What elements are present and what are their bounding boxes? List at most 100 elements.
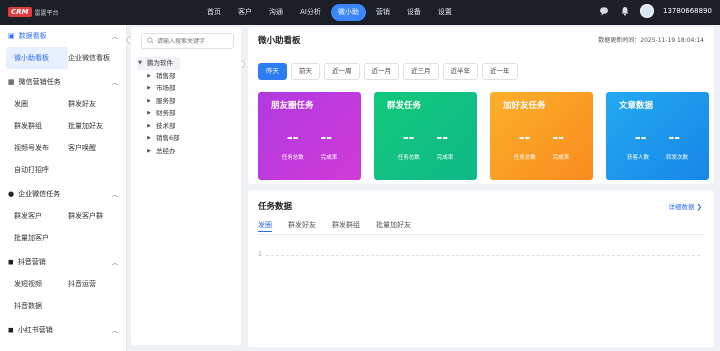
sidebar-item-short-video[interactable]: 发短视频 (14, 273, 68, 295)
bell-icon[interactable] (619, 5, 631, 17)
xiaohongshu-icon: ◼ (8, 326, 14, 334)
tree-node[interactable]: ▶ 财务部 (137, 107, 180, 120)
tree-node[interactable]: ▶ 销售6部 (137, 132, 180, 145)
sidebar-section-title: 企业微信任务 (18, 190, 61, 198)
sidebar-item-mass-groups[interactable]: 群发群组 (14, 115, 68, 137)
sidebar-item-video-publish[interactable]: 视频号发布 (14, 137, 68, 159)
sidebar-section-title: 数据看板 (18, 32, 47, 40)
tree-node[interactable]: ▶ 总经办 (137, 145, 180, 158)
caret-right-icon: ▶ (147, 85, 151, 91)
sidebar-section-title: 小红书营销 (17, 326, 53, 334)
caret-right-icon: ▶ (147, 135, 151, 141)
main-nav: 首页 客户 沟通 AI分析 微小助 营销 设备 设置 (200, 4, 462, 21)
search-icon (147, 36, 154, 46)
sidebar-item-moments[interactable]: 发圈 (14, 93, 68, 115)
tree-search-input[interactable] (157, 37, 233, 45)
article-data-card[interactable]: 文章数据 -- -- 获客人数 转发次数 (606, 92, 709, 180)
tab-three-months[interactable]: 近三月 (403, 63, 439, 80)
task-type-tabs: 发圈 群发好友 群发群组 批量加好友 (258, 218, 411, 232)
nav-devices[interactable]: 设备 (400, 4, 428, 21)
top-navigation-bar: CRM 雷霆平台 首页 客户 沟通 AI分析 微小助 营销 设备 设置 1378… (0, 0, 720, 25)
section-title: 任务数据 (258, 202, 293, 212)
task-data-panel: 任务数据 详细数据 ❯ 发圈 群发好友 群发群组 批量加好友 1 (248, 190, 714, 347)
logo-badge: CRM (8, 7, 32, 17)
org-tree: ▼ 鹏为软件 ▶ 销售部 ▶ 市场部 ▶ 服务部 ▶ 财务部 ▶ 技术部 ▶ 销售6部 ▶ 总经… (137, 57, 180, 157)
nav-marketing[interactable]: 营销 (369, 4, 397, 21)
org-tree-panel: ▼鹏为软件 ▶销售部 ▶市场部 ▶服务部 ▶财务部 ▶技术部 ▶销售6部 ▶总经… (131, 27, 241, 345)
dashboard-panel: 微小助看板 数据更新时间：2025-11-19 18:04:14 昨天 前天 近… (248, 27, 714, 184)
tree-node[interactable]: ▶ 市场部 (137, 82, 180, 95)
tree-search-box[interactable] (141, 33, 234, 49)
tab-year[interactable]: 近一年 (482, 63, 518, 80)
sidebar-item-customer-wake[interactable]: 客户唤醒 (68, 137, 126, 159)
tab-half-year[interactable]: 近半年 (442, 63, 478, 80)
sidebar-section-title: 抖音营销 (17, 258, 46, 266)
sidebar-item-assistant-board[interactable]: 微小助看板 (6, 47, 68, 69)
logo-subtitle: 雷霆平台 (34, 9, 59, 17)
sidebar-section-wechat-tasks[interactable]: ▦ 微信营销任务 ︿ (0, 71, 126, 93)
sidebar-item-mass-customer-groups[interactable]: 群发客户群 (68, 205, 126, 227)
caret-right-icon: ▶ (147, 110, 151, 116)
top-right-tools: 13780668890 (598, 4, 712, 18)
tree-node[interactable]: ▶ 销售部 (137, 70, 180, 83)
chat-icon[interactable] (598, 5, 610, 17)
sidebar-item-mass-friends[interactable]: 群发好友 (68, 93, 126, 115)
nav-assistant[interactable]: 微小助 (330, 4, 366, 21)
tree-node[interactable]: ▶ 技术部 (137, 120, 180, 133)
tree-node-root[interactable]: ▼ 鹏为软件 (137, 57, 180, 70)
sidebar-item-batch-add-customers[interactable]: 批量加客户 (14, 227, 68, 249)
add-friend-task-card[interactable]: 加好友任务 -- -- 任务总数 完成率 (490, 92, 593, 180)
nav-communication[interactable]: 沟通 (262, 4, 290, 21)
update-time: 数据更新时间：2025-11-19 18:04:14 (598, 37, 704, 44)
nav-customer[interactable]: 客户 (231, 4, 259, 21)
mass-task-card[interactable]: 群发任务 -- -- 任务总数 完成率 (374, 92, 477, 180)
sidebar-item-douyin-data[interactable]: 抖音数据 (14, 295, 68, 317)
tab-month[interactable]: 近一月 (363, 63, 399, 80)
sidebar-item-batch-add-friends[interactable]: 批量加好友 (68, 115, 126, 137)
moments-task-card[interactable]: 朋友圈任务 -- -- 任务总数 完成率 (258, 92, 361, 180)
page-title: 微小助看板 (258, 36, 301, 46)
sidebar-section-douyin[interactable]: ◼ 抖音营销 ︿ (0, 251, 126, 273)
sidebar-section-xiaohongshu[interactable]: ◼ 小红书营销 ︿ (0, 319, 126, 341)
stat-cards: 朋友圈任务 -- -- 任务总数 完成率 群发任务 -- -- 任务总数 完成率 加好友… (258, 92, 709, 180)
chevron-up-icon: ︿ (111, 327, 118, 335)
caret-right-icon: ▶ (147, 72, 151, 79)
nav-settings[interactable]: 设置 (431, 4, 459, 21)
sidebar: ▣ 数据看板 ︿ 微小助看板 企业微信看板 ▦ 微信营销任务 ︿ 发圈 群发好友 群… (0, 25, 127, 351)
user-phone[interactable]: 13780668890 (663, 7, 712, 15)
detail-data-link[interactable]: 详细数据 ❯ (668, 201, 702, 211)
nav-ai-analysis[interactable]: AI分析 (293, 4, 328, 21)
tab-day-before[interactable]: 前天 (291, 63, 320, 80)
tab-divider (258, 234, 704, 235)
sidebar-item-mass-customers[interactable]: 群发客户 (14, 205, 68, 227)
tab-week[interactable]: 近一周 (324, 63, 360, 80)
caret-right-icon: ▶ (147, 97, 151, 104)
sidebar-item-auto-greet[interactable]: 自动打招呼 (14, 159, 68, 181)
tab-mass-groups[interactable]: 群发群组 (332, 218, 360, 232)
sidebar-section-title: 微信营销任务 (18, 78, 61, 86)
app-logo[interactable]: CRM 雷霆平台 (8, 7, 59, 17)
chat-bubble-icon: ● (8, 190, 15, 198)
tab-yesterday[interactable]: 昨天 (258, 63, 287, 80)
wechat-icon: ▦ (8, 78, 15, 86)
caret-right-icon: ▶ (147, 147, 151, 154)
chart-gridline (266, 255, 700, 256)
douyin-icon: ◼ (8, 258, 14, 266)
time-range-tabs: 昨天 前天 近一周 近一月 近三月 近半年 近一年 (258, 63, 518, 80)
dashboard-icon: ▣ (8, 32, 15, 40)
tree-node[interactable]: ▶ 服务部 (137, 95, 180, 108)
nav-home[interactable]: 首页 (200, 4, 228, 21)
sidebar-item-wecom-board[interactable]: 企业微信看板 (68, 47, 126, 69)
sidebar-section-dashboard[interactable]: ▣ 数据看板 ︿ (0, 25, 126, 47)
caret-right-icon: ▶ (147, 122, 151, 129)
tab-moments[interactable]: 发圈 (258, 218, 272, 232)
tab-batch-add-friends[interactable]: 批量加好友 (376, 218, 411, 232)
sidebar-section-wecom-tasks[interactable]: ● 企业微信任务 ︿ (0, 183, 126, 205)
sidebar-item-douyin-ops[interactable]: 抖音运营 (68, 273, 126, 295)
chart-axis-label: 1 (258, 251, 262, 258)
tab-mass-friends[interactable]: 群发好友 (288, 218, 316, 232)
user-avatar[interactable] (640, 4, 654, 18)
chevron-up-icon: ︿ (111, 33, 118, 41)
chevron-up-icon: ︿ (111, 259, 118, 267)
chevron-up-icon: ︿ (111, 191, 118, 199)
